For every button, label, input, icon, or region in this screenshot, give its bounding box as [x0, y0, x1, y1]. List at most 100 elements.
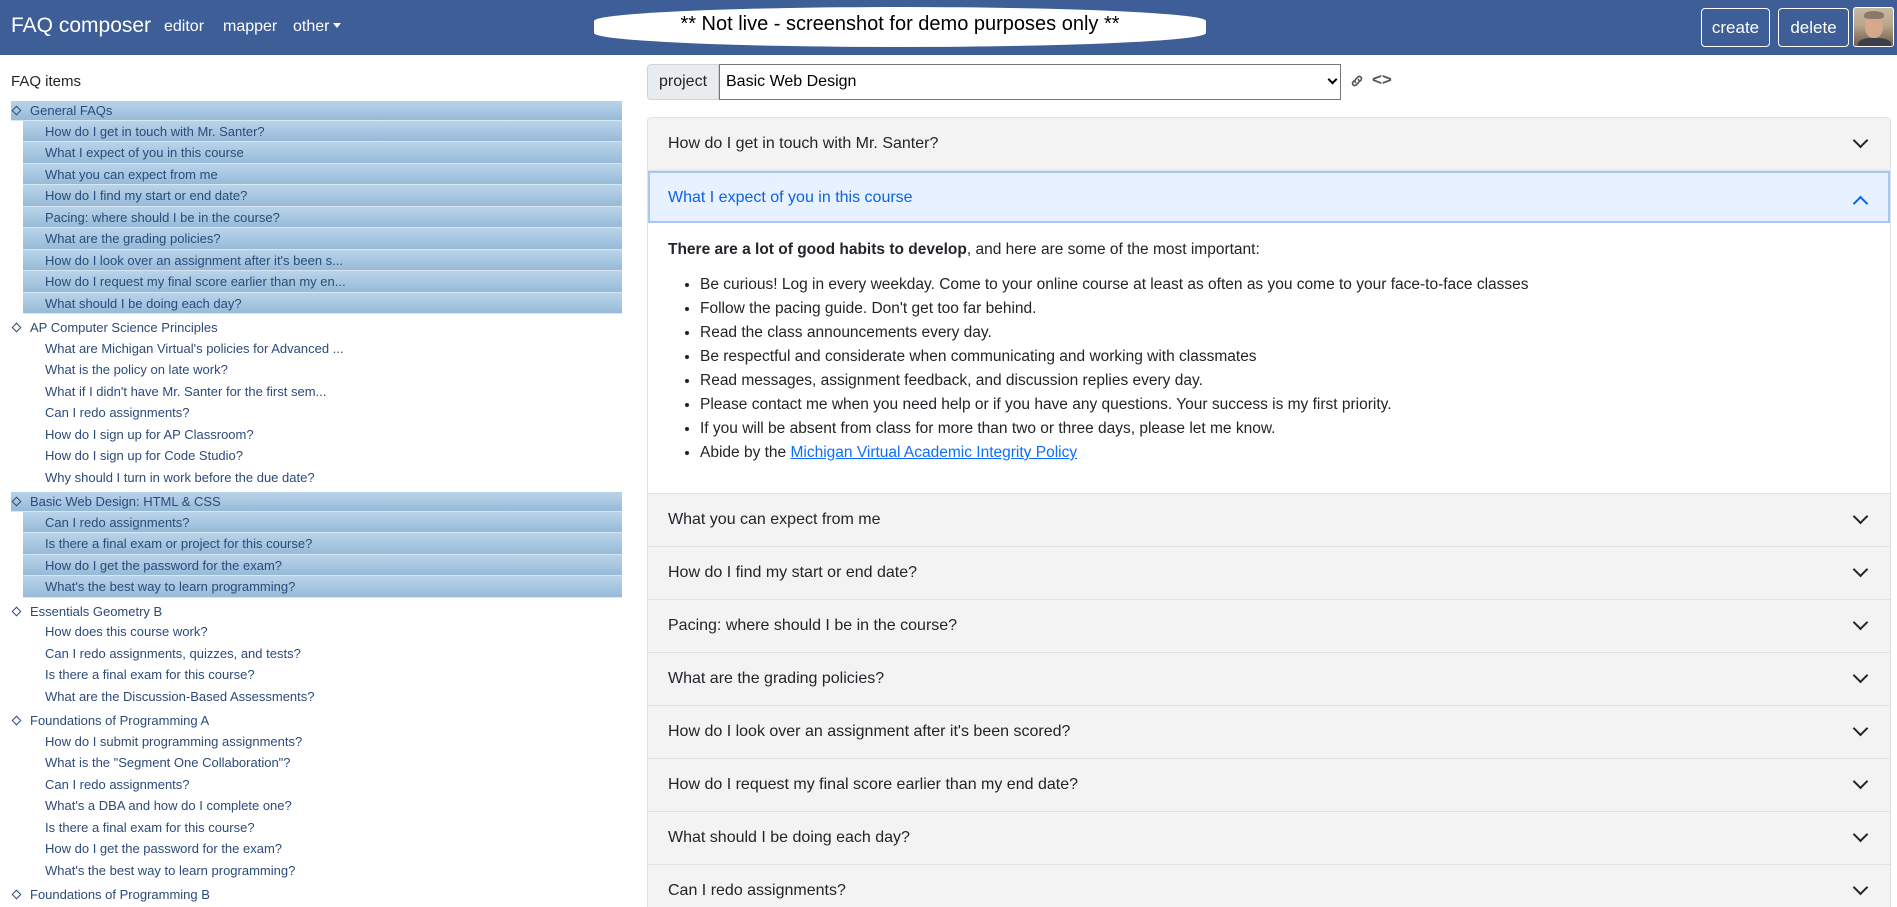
accordion-title: How do I get in touch with Mr. Santer?	[668, 135, 939, 152]
tree-item[interactable]: How do I submit programming assignments?	[23, 731, 622, 753]
accordion-item: Pacing: where should I be in the course?	[648, 600, 1890, 653]
accordion-header[interactable]: What should I be doing each day?	[648, 812, 1890, 864]
tree-item[interactable]: Is there a final exam or project for thi…	[23, 533, 622, 555]
list-item: Read the class announcements every day.	[700, 321, 1870, 345]
diamond-icon	[11, 889, 22, 900]
tree-item[interactable]: How do I sign up for Code Studio?	[23, 445, 622, 467]
avatar[interactable]	[1853, 7, 1894, 47]
accordion-header[interactable]: Pacing: where should I be in the course?	[648, 600, 1890, 652]
tree-item[interactable]: How do I get in touch with Mr. Santer?	[23, 120, 622, 142]
tree-group-header[interactable]: AP Computer Science Principles	[11, 318, 622, 338]
create-button[interactable]: create	[1701, 8, 1770, 47]
diamond-icon	[11, 496, 22, 507]
tree-group-label: Foundations of Programming A	[30, 713, 210, 728]
tree-item[interactable]: Why should I turn in work before the due…	[23, 467, 622, 489]
tree-item[interactable]: What if I didn't have Mr. Santer for the…	[23, 381, 622, 403]
accordion-item: How do I look over an assignment after i…	[648, 706, 1890, 759]
tree-item[interactable]: What is the "Segment One Collaboration"?	[23, 752, 622, 774]
tree-item[interactable]: What I expect of you in this course	[23, 142, 622, 164]
nav-dropdown-other[interactable]: other	[293, 18, 342, 36]
tree-group: Foundations of Programming B	[11, 885, 622, 905]
tree-group-header[interactable]: Essentials Geometry B	[11, 602, 622, 622]
delete-button[interactable]: delete	[1778, 8, 1849, 47]
tree-group-header[interactable]: General FAQs	[11, 101, 622, 121]
tree-item[interactable]: What's the best way to learn programming…	[23, 860, 622, 882]
accordion-title: What you can expect from me	[668, 511, 881, 528]
accordion-body: There are a lot of good habits to develo…	[648, 223, 1890, 493]
link-icon[interactable]	[1349, 73, 1365, 89]
tree-item[interactable]: How do I find my start or end date?	[23, 185, 622, 207]
demo-banner: ** Not live - screenshot for demo purpos…	[594, 7, 1206, 47]
tree-group-label: AP Computer Science Principles	[30, 320, 218, 335]
list-item-prefix: Abide by the	[700, 444, 791, 461]
tree-item[interactable]: Is there a final exam for this course?	[23, 664, 622, 686]
tree-group-header[interactable]: Basic Web Design: HTML & CSS	[11, 492, 622, 512]
accordion-item: How do I request my final score earlier …	[648, 759, 1890, 812]
tree-item[interactable]: Can I redo assignments?	[23, 511, 622, 533]
accordion-header[interactable]: What you can expect from me	[648, 494, 1890, 546]
accordion-title: Pacing: where should I be in the course?	[668, 617, 958, 634]
tree-item[interactable]: Can I redo assignments, quizzes, and tes…	[23, 643, 622, 665]
tree-group: General FAQs How do I get in touch with …	[11, 101, 622, 314]
tree-item[interactable]: How do I request my final score earlier …	[23, 271, 622, 293]
body-intro-bold: There are a lot of good habits to develo…	[668, 241, 967, 258]
nav-link-mapper[interactable]: mapper	[223, 18, 277, 36]
tree-group-label: Basic Web Design: HTML & CSS	[30, 494, 221, 509]
accordion-header[interactable]: Can I redo assignments?	[648, 865, 1890, 907]
accordion-title: What are the grading policies?	[668, 670, 885, 687]
accordion-item: What are the grading policies?	[648, 653, 1890, 706]
accordion-header[interactable]: What I expect of you in this course	[648, 171, 1890, 223]
integrity-policy-link[interactable]: Michigan Virtual Academic Integrity Poli…	[790, 444, 1077, 461]
accordion-header[interactable]: How do I look over an assignment after i…	[648, 706, 1890, 758]
tree-item[interactable]: Can I redo assignments?	[23, 402, 622, 424]
diamond-icon	[11, 715, 22, 726]
accordion-header[interactable]: What are the grading policies?	[648, 653, 1890, 705]
tree-item[interactable]: What are Michigan Virtual's policies for…	[23, 338, 622, 360]
accordion-title: How do I look over an assignment after i…	[668, 723, 1071, 740]
tree-item[interactable]: How do I get the password for the exam?	[23, 554, 622, 576]
faq-tree: General FAQs How do I get in touch with …	[11, 101, 622, 907]
list-item: Read messages, assignment feedback, and …	[700, 369, 1870, 393]
accordion-item: How do I find my start or end date?	[648, 547, 1890, 600]
tree-item[interactable]: How does this course work?	[23, 621, 622, 643]
tree-item[interactable]: Is there a final exam for this course?	[23, 817, 622, 839]
accordion-header[interactable]: How do I find my start or end date?	[648, 547, 1890, 599]
chevron-up-icon	[1852, 195, 1869, 212]
tree-item[interactable]: How do I sign up for AP Classroom?	[23, 424, 622, 446]
tree-item[interactable]: Can I redo assignments?	[23, 774, 622, 796]
tree-group-header[interactable]: Foundations of Programming A	[11, 711, 622, 731]
list-item: If you will be absent from class for mor…	[700, 417, 1870, 441]
tree-item[interactable]: What is the policy on late work?	[23, 359, 622, 381]
list-item: Be curious! Log in every weekday. Come t…	[700, 273, 1870, 297]
accordion-header[interactable]: How do I request my final score earlier …	[648, 759, 1890, 811]
tree-item[interactable]: What should I be doing each day?	[23, 292, 622, 314]
tree-item[interactable]: What you can expect from me	[23, 163, 622, 185]
tree-item[interactable]: What are the Discussion-Based Assessment…	[23, 686, 622, 708]
tree-item[interactable]: How do I get the password for the exam?	[23, 838, 622, 860]
tree-item[interactable]: Pacing: where should I be in the course?	[23, 206, 622, 228]
project-select[interactable]: Basic Web Design	[719, 64, 1341, 100]
code-icon[interactable]: <>	[1372, 70, 1392, 90]
tree-item[interactable]: How do I look over an assignment after i…	[23, 249, 622, 271]
tree-group-header[interactable]: Foundations of Programming B	[11, 885, 622, 905]
accordion-title: What should I be doing each day?	[668, 829, 910, 846]
chevron-down-icon	[1852, 667, 1869, 684]
chevron-down-icon	[1327, 74, 1338, 85]
chevron-down-icon	[1852, 508, 1869, 525]
sidebar-title: FAQ items	[11, 73, 82, 90]
nav-link-editor[interactable]: editor	[164, 18, 204, 36]
diamond-icon	[11, 105, 22, 116]
accordion-header[interactable]: How do I get in touch with Mr. Santer?	[648, 118, 1890, 170]
tree-group-label: Foundations of Programming B	[30, 887, 210, 902]
chevron-down-icon	[1852, 561, 1869, 578]
project-selected-value: Basic Web Design	[726, 73, 857, 90]
list-item: Abide by the Michigan Virtual Academic I…	[700, 441, 1870, 465]
brand-title[interactable]: FAQ composer	[11, 14, 151, 38]
tree-group: Foundations of Programming A How do I su…	[11, 711, 622, 881]
accordion-item: How do I get in touch with Mr. Santer?	[648, 118, 1890, 171]
tree-group-label: Essentials Geometry B	[30, 603, 163, 619]
tree-item[interactable]: What's a DBA and how do I complete one?	[23, 795, 622, 817]
tree-item[interactable]: What's the best way to learn programming…	[23, 576, 622, 598]
tree-item[interactable]: What are the grading policies?	[23, 228, 622, 250]
accordion-title: How do I request my final score earlier …	[668, 776, 1078, 793]
